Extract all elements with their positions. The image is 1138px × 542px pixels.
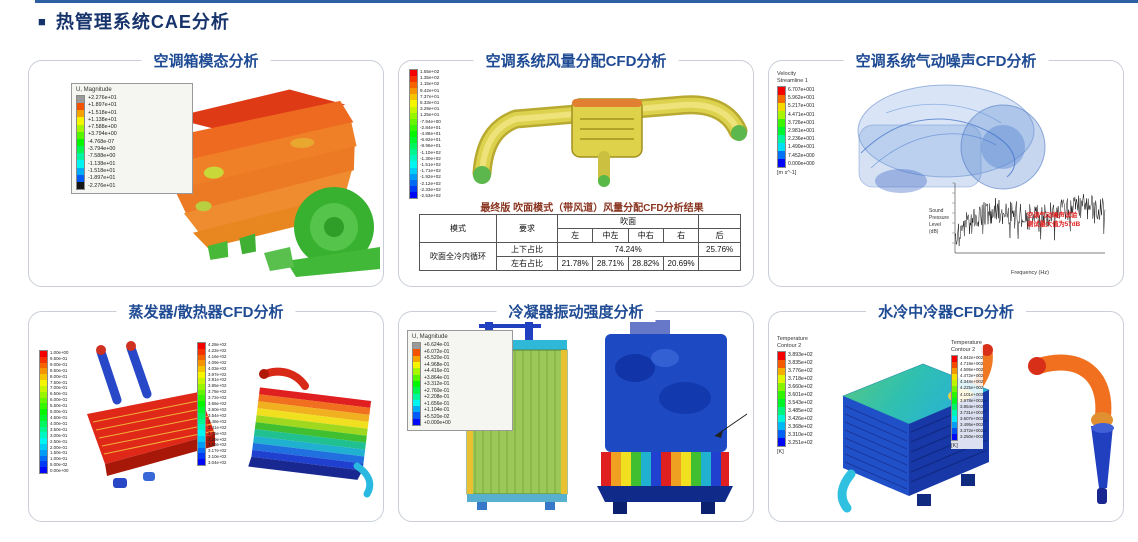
noise-spectrum-chart: SoundPressureLevel(dB) Frequency (Hz) 空调…	[925, 177, 1115, 280]
legend-title-line2: Contour 2	[777, 343, 813, 350]
table-caption: 最终版 吹面模式（带风道）风量分配CFD分析结果	[439, 199, 745, 214]
panel-evaporator-radiator-cfd: 蒸发器/散热器CFD分析 1.00e+009.50e-019.00e-018.5…	[28, 311, 384, 522]
legend-color-strip	[951, 355, 958, 441]
x-axis-label: Frequency (Hz)	[1011, 270, 1049, 276]
cell-requirement: 左右占比	[497, 257, 558, 271]
legend-values: 4.842e+0024.719e+0024.595e+0024.472e+002…	[960, 355, 983, 441]
legend-unit: [K]	[777, 449, 813, 455]
cell-rear-ratio: 25.76%	[699, 243, 741, 257]
panel-intercooler-cfd: 水冷中冷器CFD分析 Temperature Contour 2 3.893e+…	[768, 311, 1124, 522]
temperature-legend-right: Temperature Contour 2 4.842e+0024.719e+0…	[951, 340, 983, 449]
legend-values: +6.624e-01+6.072e-01+5.520e-01+4.968e-01…	[424, 342, 451, 427]
left-colorbar: 1.00e+009.50e-019.00e-018.50e-018.00e-01…	[39, 350, 68, 474]
legend-title: U, Magnitude	[412, 334, 508, 340]
legend-unit: [m s^-1]	[777, 170, 815, 176]
panel-title: 空调系统风量分配CFD分析	[474, 50, 679, 71]
legend-title-line2: Streamline 1	[777, 78, 815, 85]
slide: ■ 热管理系统CAE分析 空调箱模态分析 U, Magnitude +2.276…	[0, 0, 1138, 542]
airflow-result-table: 模式 要求 吹面 左 中左 中右 右 后 吹面全冷内循环 上下占比 74.24%…	[419, 214, 741, 271]
legend-values: 3.893e+023.835e+023.776e+023.718e+023.66…	[788, 351, 813, 447]
abaqus-legend: U, Magnitude +2.276e+01+1.897e+01+1.518e…	[71, 83, 193, 194]
noise-annotation-line1: 空调气动噪声试验	[1027, 210, 1078, 219]
legend-color-strip	[412, 342, 421, 426]
table-header-row: 模式 要求 吹面	[420, 215, 741, 229]
legend-title: U, Magnitude	[76, 87, 188, 93]
y-ticks	[952, 183, 955, 243]
header-face-vents: 吹面	[558, 215, 699, 229]
header-left: 左	[558, 229, 593, 243]
legend-title-line2: Contour 2	[951, 347, 983, 354]
cell-right: 20.69%	[663, 257, 698, 271]
velocity-colorbar: 1.55e+021.35e+021.15e+029.42e+017.37e+01…	[409, 69, 441, 199]
header-blank	[699, 215, 741, 229]
colorbar-strip	[409, 69, 418, 199]
header-right: 右	[663, 229, 698, 243]
header-mid-left: 中左	[593, 229, 628, 243]
cell-blank	[699, 257, 741, 271]
header-mode: 模式	[420, 215, 497, 243]
panel-airflow-cfd: 空调系统风量分配CFD分析 1.55e+021.35e+021.15e+029.…	[398, 60, 754, 287]
page-header: ■ 热管理系统CAE分析	[38, 8, 230, 34]
page-title: 热管理系统CAE分析	[56, 8, 230, 34]
legend-values: 6.707e+0015.962e+0015.217e+0014.471e+001…	[788, 86, 815, 168]
temperature-legend-left: Temperature Contour 2 3.893e+023.835e+02…	[777, 336, 813, 455]
legend-unit: [K]	[951, 443, 983, 449]
panel-hvac-modal: 空调箱模态分析 U, Magnitude +2.276e+01+1.897e+0…	[28, 60, 384, 287]
panel-grid: 空调箱模态分析 U, Magnitude +2.276e+01+1.897e+0…	[28, 60, 1124, 522]
noise-annotation-line2: 测试最大值为57dB	[1027, 219, 1081, 228]
cell-left: 21.78%	[558, 257, 593, 271]
middle-colorbar: 4.28e+024.22e+024.16e+024.09e+024.03e+02…	[197, 342, 226, 466]
table-row: 吹面全冷内循环 上下占比 74.24% 25.76%	[420, 243, 741, 257]
panel-title: 蒸发器/散热器CFD分析	[117, 301, 296, 322]
top-divider	[35, 0, 1138, 3]
panel-title: 水冷中冷器CFD分析	[866, 301, 1026, 322]
legend-color-strip	[76, 95, 85, 190]
abaqus-legend: U, Magnitude +6.624e-01+6.072e-01+5.520e…	[407, 330, 513, 431]
legend-color-strip	[777, 351, 786, 447]
panel-title: 冷凝器振动强度分析	[496, 301, 655, 322]
title-bullet-icon: ■	[38, 15, 46, 28]
colorbar-values: 4.28e+024.22e+024.16e+024.09e+024.03e+02…	[208, 342, 226, 466]
panel-aero-noise-cfd: 空调系统气动噪声CFD分析 Velocity Streamline 1 6.70…	[768, 60, 1124, 287]
intercooler-pipe-illustration	[1009, 338, 1127, 518]
cell-requirement: 上下占比	[497, 243, 558, 257]
panel-title: 空调系统气动噪声CFD分析	[844, 50, 1049, 71]
legend-color-strip	[777, 86, 786, 168]
heat-exchanger-illustration	[237, 346, 387, 501]
colorbar-strip	[39, 350, 48, 474]
panel-condenser-vibration: 冷凝器振动强度分析 U, Magnitude +6.624e-01+6.072e…	[398, 311, 754, 522]
cell-updown-ratio: 74.24%	[558, 243, 699, 257]
fin-zone	[601, 452, 729, 486]
legend-values: +2.276e+01+1.897e+01+1.518e+01+1.138e+01…	[88, 95, 117, 190]
colorbar-values: 1.00e+009.50e-019.00e-018.50e-018.00e-01…	[50, 350, 68, 474]
colorbar-strip	[197, 342, 206, 466]
header-rear: 后	[699, 229, 741, 243]
header-requirement: 要求	[497, 215, 558, 243]
streamline-legend: Velocity Streamline 1 6.707e+0015.962e+0…	[777, 71, 815, 176]
cell-mid-right: 28.82%	[628, 257, 663, 271]
cell-mode: 吹面全冷内循环	[420, 243, 497, 271]
y-axis-label: SoundPressureLevel(dB)	[929, 208, 949, 235]
panel-title: 空调箱模态分析	[141, 50, 270, 71]
condenser-contour-illustration	[575, 318, 755, 520]
colorbar-values: 1.55e+021.35e+021.15e+029.42e+017.37e+01…	[420, 69, 441, 199]
air-duct-illustration	[454, 65, 754, 195]
cell-mid-left: 28.71%	[593, 257, 628, 271]
header-mid-right: 中右	[628, 229, 663, 243]
